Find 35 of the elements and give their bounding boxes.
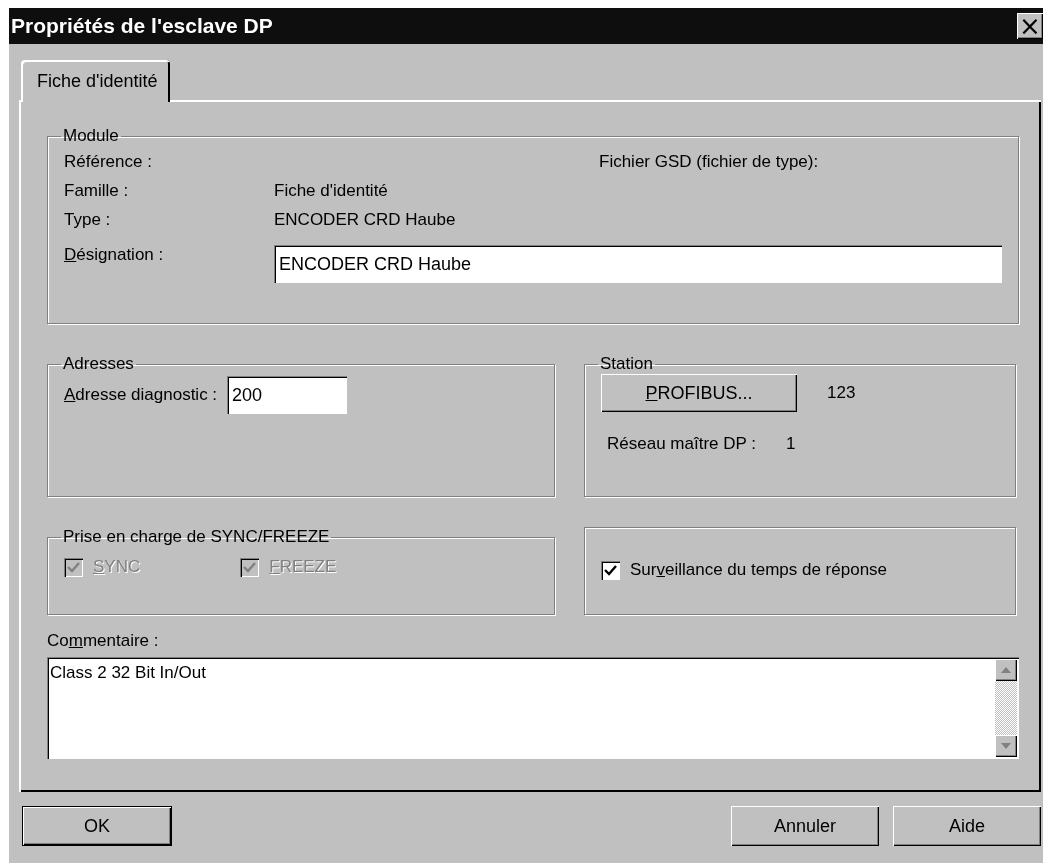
- check-icon: [604, 564, 617, 576]
- scroll-up-button[interactable]: [995, 659, 1017, 681]
- dialog-button[interactable]: Annuler: [731, 806, 879, 846]
- tab[interactable]: Fiche d'identité: [21, 60, 170, 102]
- field-value: ENCODER CRD Haube: [274, 210, 457, 230]
- dialog-button[interactable]: Aide: [893, 806, 1041, 846]
- comment-label: Commentaire :: [47, 631, 160, 651]
- group-title: Prise en charge de SYNC/FREEZE: [62, 527, 331, 547]
- group-title: Station: [599, 354, 654, 374]
- field-label: Famille :: [64, 181, 130, 201]
- station-number: 123: [827, 383, 856, 403]
- designation-field[interactable]: ENCODER CRD Haube: [274, 245, 1002, 283]
- window-title: Propriétés de l'esclave DP: [11, 14, 273, 38]
- field-value: Fiche d'identité: [274, 181, 389, 201]
- check-icon: [67, 561, 80, 573]
- profibus-button[interactable]: PROFIBUS...: [601, 374, 797, 412]
- comment-field[interactable]: Class 2 32 Bit In/Out: [47, 657, 1019, 759]
- scroll-down-button[interactable]: [995, 735, 1017, 757]
- field-label: Référence :: [64, 152, 153, 172]
- field-label: Réseau maître DP :: [607, 434, 756, 454]
- gsd-label: Fichier GSD (fichier de type):: [599, 152, 820, 172]
- field-label: Désignation :: [64, 244, 165, 265]
- checkbox[interactable]: Surveillance du temps de réponse: [601, 560, 888, 580]
- check-icon: [243, 561, 257, 573]
- down-arrow-icon: [1001, 743, 1011, 749]
- group-title: Adresses: [62, 354, 135, 374]
- ok-button[interactable]: OK: [22, 806, 172, 846]
- address-field[interactable]: 200: [227, 376, 348, 414]
- field-value: 1: [786, 434, 796, 454]
- scrollbar[interactable]: [995, 659, 1017, 757]
- close-button[interactable]: ×: [1017, 13, 1043, 39]
- field-label: Type :: [64, 210, 112, 230]
- up-arrow-icon: [1001, 667, 1011, 673]
- field-label: Adresse diagnostic :: [64, 385, 218, 405]
- group-title: Module: [62, 126, 120, 146]
